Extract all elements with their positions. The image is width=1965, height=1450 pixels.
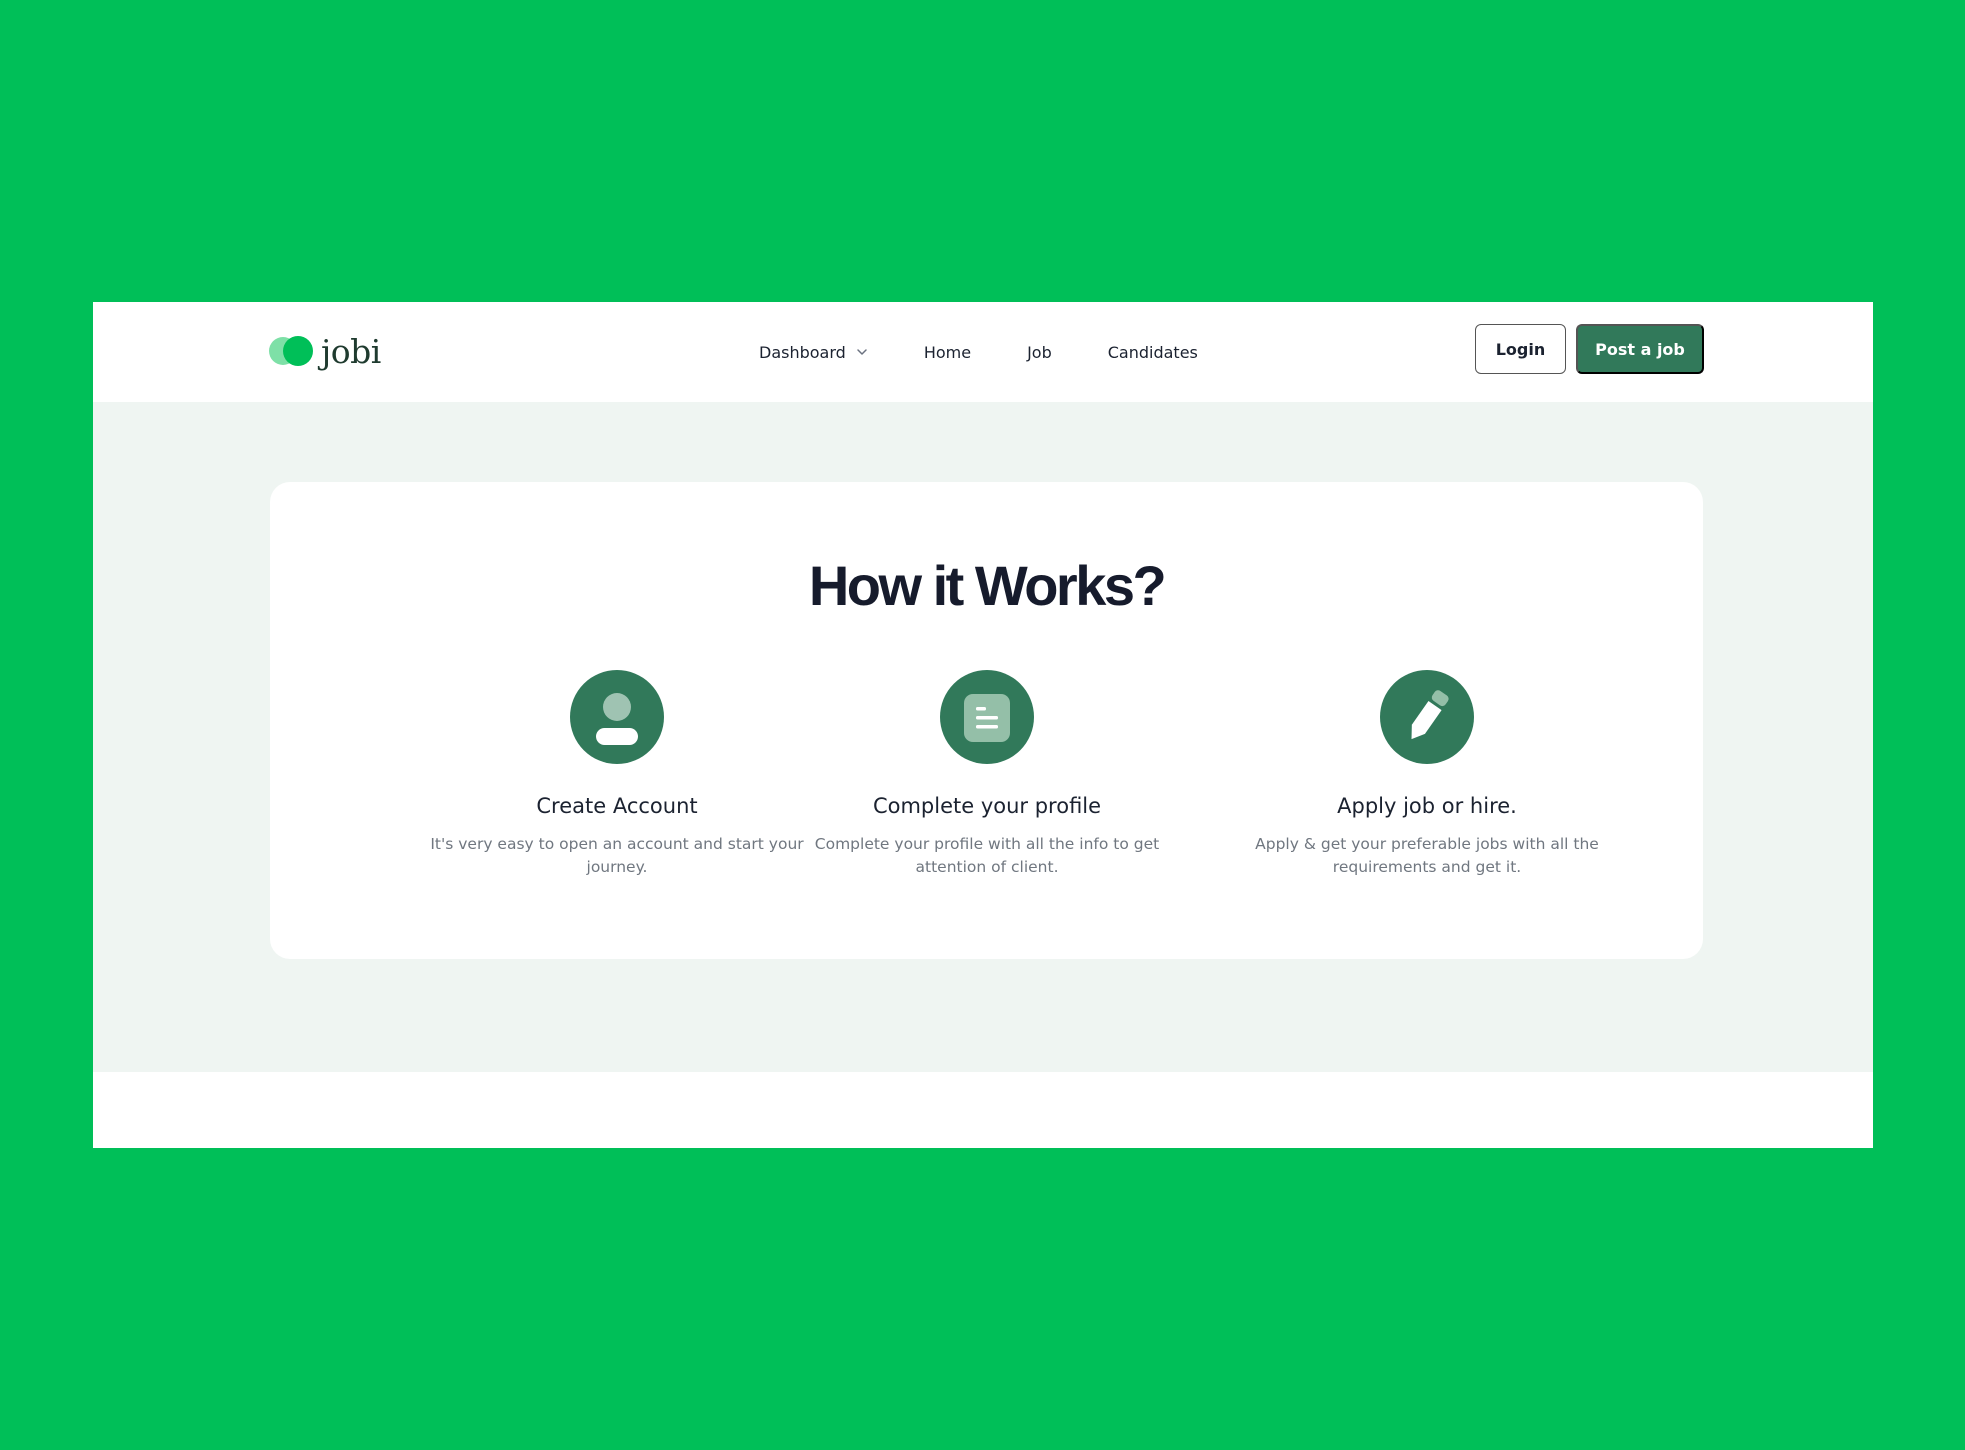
nav-item-label: Candidates bbox=[1107, 342, 1198, 362]
how-it-works-section: How it Works? Create Account It's very e… bbox=[93, 402, 1873, 1072]
logo-mark-icon bbox=[269, 335, 315, 367]
nav-item-label: Job bbox=[1027, 342, 1052, 362]
nav-item-job[interactable]: Job bbox=[1027, 343, 1052, 362]
nav-item-candidates[interactable]: Candidates bbox=[1108, 343, 1198, 362]
step-title: Apply job or hire. bbox=[1337, 794, 1517, 818]
top-navbar: jobi Dashboard Home Job Candidates Login… bbox=[93, 302, 1873, 402]
section-title: How it Works? bbox=[808, 554, 1167, 617]
post-job-button[interactable]: Post a job bbox=[1576, 324, 1704, 374]
nav-item-label: Home bbox=[923, 342, 972, 362]
nav-item-dashboard[interactable]: Dashboard bbox=[759, 343, 868, 362]
logo-text: jobi bbox=[321, 331, 381, 371]
brand-logo[interactable]: jobi bbox=[269, 328, 381, 374]
nav-item-home[interactable]: Home bbox=[924, 343, 971, 362]
nav-item-label: Dashboard bbox=[759, 342, 846, 362]
step-description: Complete your profile with all the info … bbox=[814, 835, 1160, 877]
login-button[interactable]: Login bbox=[1475, 324, 1566, 374]
step-apply-or-hire: Apply job or hire. Apply & get your pref… bbox=[1207, 670, 1647, 879]
pencil-icon bbox=[1380, 670, 1474, 764]
chevron-down-icon bbox=[857, 349, 867, 355]
step-title: Complete your profile bbox=[872, 794, 1102, 818]
document-icon bbox=[940, 670, 1034, 764]
step-complete-profile: Complete your profile Complete your prof… bbox=[767, 670, 1207, 879]
main-nav: Dashboard Home Job Candidates bbox=[759, 338, 1198, 366]
user-icon bbox=[570, 670, 664, 764]
app-window: jobi Dashboard Home Job Candidates Login… bbox=[93, 302, 1873, 1148]
step-description: Apply & get your preferable jobs with al… bbox=[1255, 835, 1599, 877]
step-description: It's very easy to open an account and st… bbox=[430, 835, 804, 877]
how-it-works-card: How it Works? Create Account It's very e… bbox=[270, 482, 1703, 959]
